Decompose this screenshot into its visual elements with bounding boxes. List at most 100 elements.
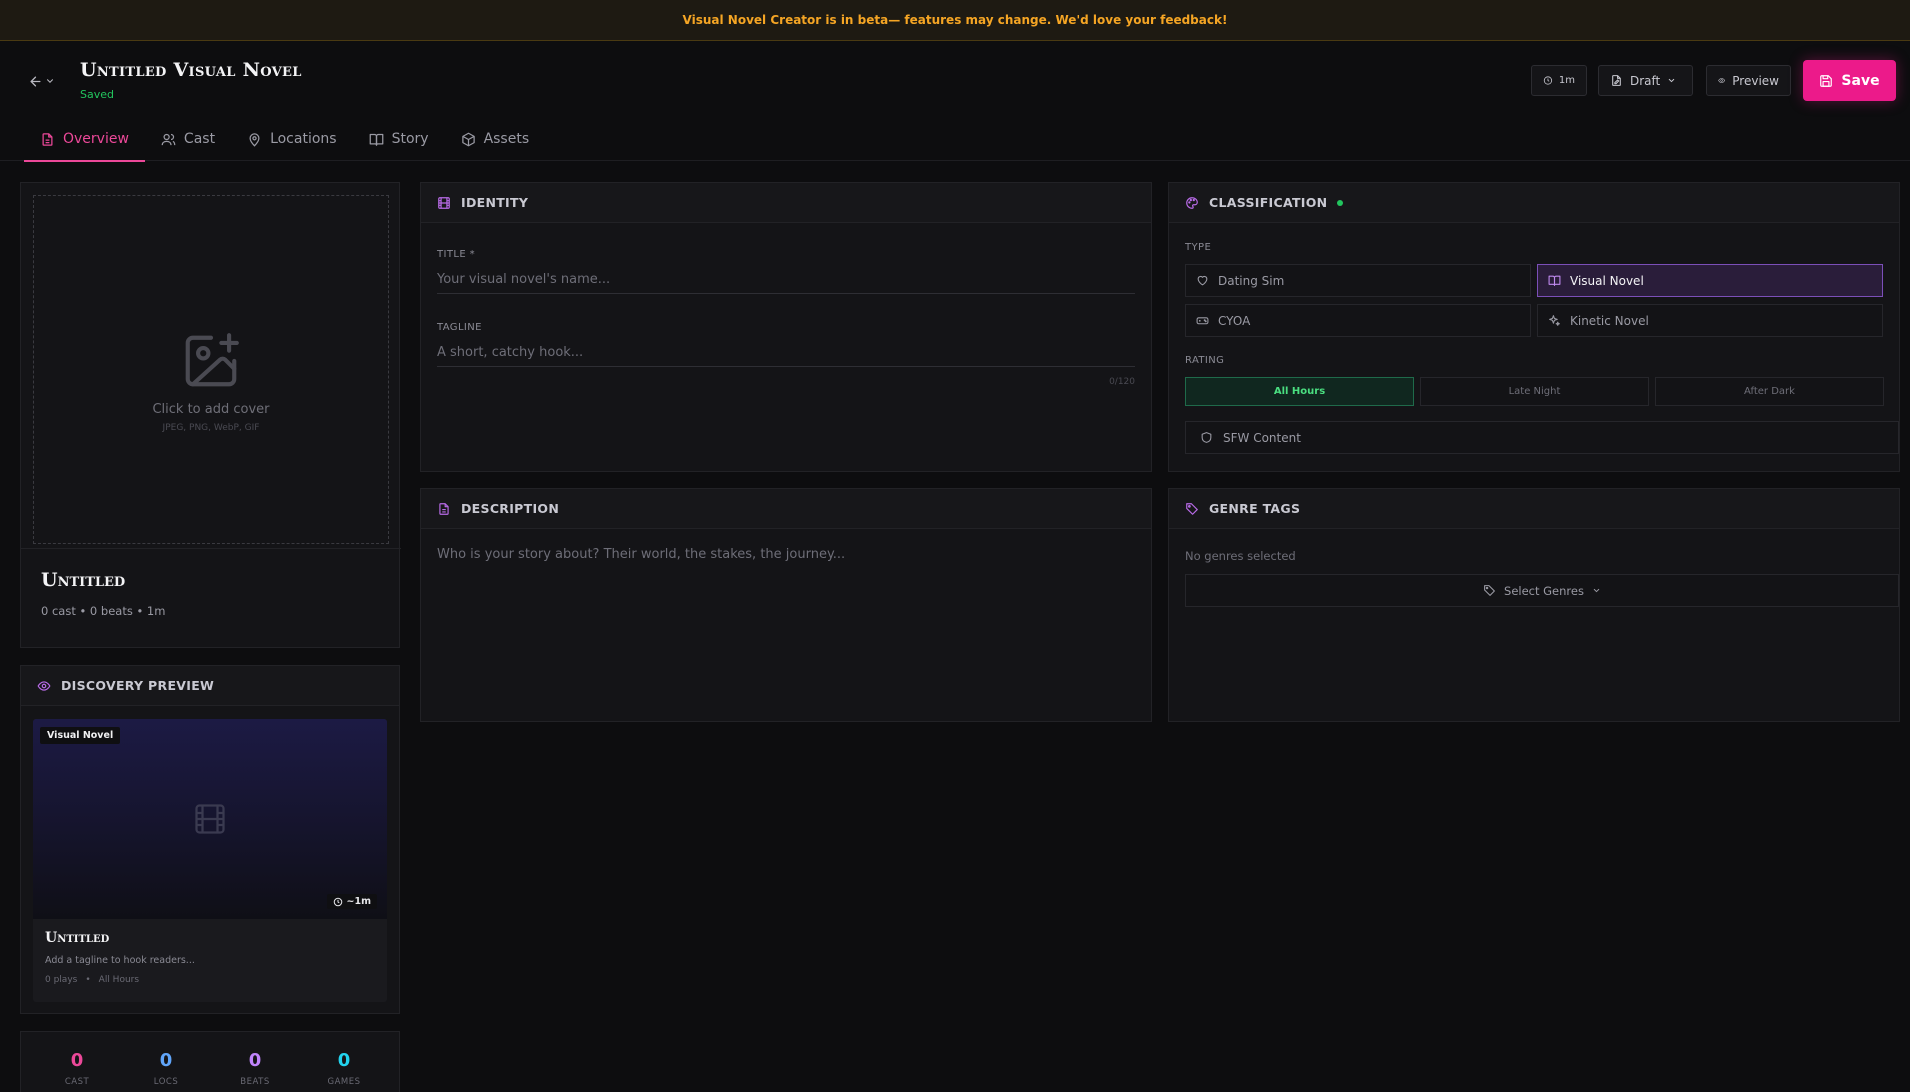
tagline-counter: 0/120 <box>1109 377 1135 387</box>
heart-icon <box>1197 275 1208 286</box>
box-icon <box>461 132 475 147</box>
panel-title: DESCRIPTION <box>461 501 560 516</box>
back-button[interactable] <box>28 70 62 92</box>
discovery-meta: 0 plays • All Hours <box>45 975 139 985</box>
book-icon <box>1548 275 1561 286</box>
save-icon <box>1820 74 1833 87</box>
save-button[interactable]: Save <box>1803 60 1896 101</box>
tagline-input[interactable] <box>437 338 1135 367</box>
stat-value: 0 <box>248 1050 262 1071</box>
stat-beats: 0 BEATS <box>215 1050 295 1087</box>
tab-assets[interactable]: Assets <box>445 131 546 162</box>
type-option-kinetic-novel[interactable]: Kinetic Novel <box>1537 304 1883 337</box>
story-name: Untitled <box>41 569 126 591</box>
discovery-card-image <box>33 719 387 919</box>
book-icon <box>369 133 383 146</box>
cover-upload-text: Click to add cover <box>152 402 270 417</box>
rating-label: All Hours <box>98 975 140 985</box>
draft-label: Draft <box>1630 73 1661 88</box>
discovery-preview-panel: DISCOVERY PREVIEW Visual Novel ~1m Untit… <box>20 665 400 1014</box>
duration-badge: ~1m <box>326 894 377 909</box>
tab-story[interactable]: Story <box>353 131 445 162</box>
genres-empty-text: No genres selected <box>1185 549 1296 563</box>
gamepad-icon <box>1196 317 1209 325</box>
tab-overview[interactable]: Overview <box>24 131 145 162</box>
cover-upload-area[interactable]: Click to add cover JPEG, PNG, WebP, GIF <box>33 195 389 544</box>
rating-all-hours[interactable]: All Hours <box>1185 377 1414 406</box>
rating-late-night[interactable]: Late Night <box>1420 377 1649 406</box>
users-icon <box>161 133 176 146</box>
save-status: Saved <box>80 88 114 101</box>
stat-games: 0 GAMES <box>304 1050 384 1087</box>
stats-panel: 0 CAST 0 LOCS 0 BEATS 0 GAMES <box>20 1031 400 1092</box>
tab-label: Overview <box>63 131 129 147</box>
beta-banner: Visual Novel Creator is in beta— feature… <box>0 0 1910 41</box>
panel-title: IDENTITY <box>461 195 529 210</box>
eye-icon <box>1718 78 1726 83</box>
discovery-title: Untitled <box>45 930 110 946</box>
stat-value: 0 <box>337 1050 351 1071</box>
editor-header: Untitled Visual Novel Saved 1m Draft Pre… <box>0 41 1910 162</box>
option-label: Kinetic Novel <box>1570 313 1649 328</box>
tab-label: Assets <box>483 131 530 147</box>
preview-button[interactable]: Preview <box>1706 65 1791 96</box>
stat-value: 0 <box>70 1050 84 1071</box>
classification-header: CLASSIFICATION <box>1169 183 1899 223</box>
stat-value: 0 <box>159 1050 173 1071</box>
plays-count: 0 plays <box>45 975 78 985</box>
discovery-card[interactable]: Visual Novel ~1m Untitled Add a tagline … <box>33 719 387 1002</box>
duration-text: ~1m <box>346 896 371 907</box>
beta-banner-text: Visual Novel Creator is in beta— feature… <box>682 13 1228 27</box>
cover-panel: Click to add cover JPEG, PNG, WebP, GIF … <box>20 182 401 648</box>
identity-header: IDENTITY <box>421 183 1151 223</box>
genre-tags-panel: GENRE TAGS No genres selected Select Gen… <box>1168 488 1900 722</box>
tag-icon <box>1186 502 1198 515</box>
title-input[interactable] <box>437 265 1135 294</box>
panel-title: GENRE TAGS <box>1209 501 1301 516</box>
cover-footer: Untitled 0 cast • 0 beats • 1m <box>21 548 401 648</box>
genre-tags-header: GENRE TAGS <box>1169 489 1899 529</box>
discovery-tagline: Add a tagline to hook readers... <box>45 955 195 966</box>
preview-label: Preview <box>1732 73 1779 88</box>
sparkles-icon <box>1549 315 1560 326</box>
save-label: Save <box>1841 72 1880 89</box>
description-textarea[interactable] <box>437 547 1135 707</box>
description-panel: DESCRIPTION <box>420 488 1152 722</box>
tab-label: Locations <box>270 131 337 147</box>
stat-label: GAMES <box>327 1077 361 1087</box>
read-time-button[interactable]: 1m <box>1531 65 1587 96</box>
draft-status-dropdown[interactable]: Draft <box>1598 65 1693 96</box>
eye-icon <box>37 680 51 691</box>
select-genres-button[interactable]: Select Genres <box>1185 574 1899 607</box>
type-option-cyoa[interactable]: CYOA <box>1185 304 1531 337</box>
rating-after-dark[interactable]: After Dark <box>1655 377 1884 406</box>
select-genres-label: Select Genres <box>1504 583 1584 598</box>
content-label: SFW Content <box>1223 430 1301 445</box>
stat-cast: 0 CAST <box>37 1050 117 1087</box>
read-time-label: 1m <box>1558 75 1575 86</box>
type-option-dating-sim[interactable]: Dating Sim <box>1185 264 1531 297</box>
palette-icon <box>1186 196 1198 209</box>
chevron-down-icon <box>1593 588 1600 593</box>
document-icon <box>439 502 449 515</box>
tab-locations[interactable]: Locations <box>231 131 353 162</box>
film-icon <box>195 804 225 834</box>
story-meta: 0 cast • 0 beats • 1m <box>41 604 166 618</box>
stat-locations: 0 LOCS <box>126 1050 206 1087</box>
type-option-visual-novel[interactable]: Visual Novel <box>1537 264 1883 297</box>
title-label: TITLE * <box>437 249 476 260</box>
shield-icon <box>1201 432 1212 443</box>
panel-title: DISCOVERY PREVIEW <box>61 678 215 693</box>
description-header: DESCRIPTION <box>421 489 1151 529</box>
tab-cast[interactable]: Cast <box>145 131 231 162</box>
chevron-down-icon <box>1669 78 1675 83</box>
editor-tabs: Overview Cast Locations Story Assets <box>24 131 545 162</box>
clock-icon <box>1543 76 1553 85</box>
option-label: CYOA <box>1218 313 1251 328</box>
map-pin-icon <box>249 133 260 147</box>
tag-icon <box>1484 585 1495 596</box>
rating-label: RATING <box>1185 355 1225 366</box>
stat-label: BEATS <box>240 1077 270 1087</box>
separator: • <box>85 975 91 985</box>
film-icon <box>438 196 450 209</box>
